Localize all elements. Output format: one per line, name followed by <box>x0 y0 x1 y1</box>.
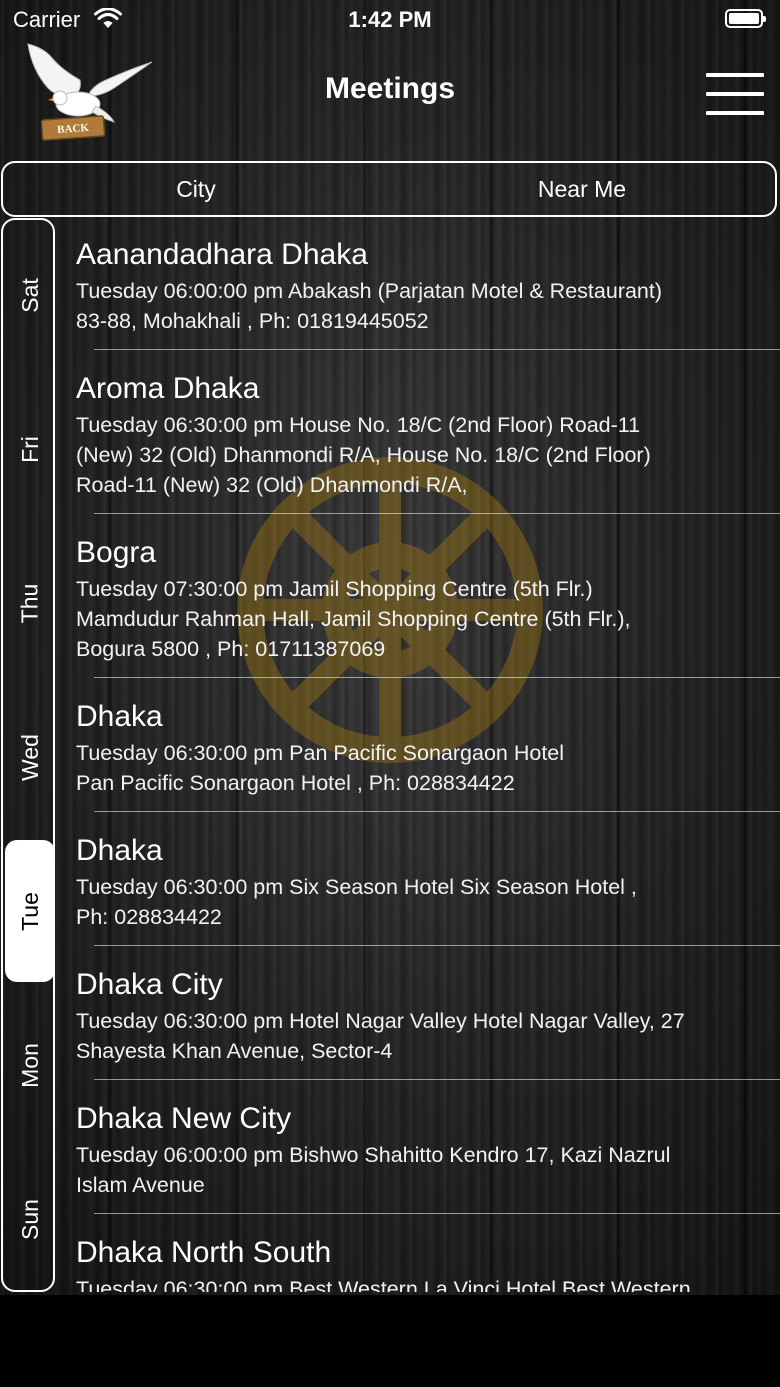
meeting-details: Tuesday 06:30:00 pm Hotel Nagar Valley H… <box>76 1009 685 1063</box>
page-title: Meetings <box>324 72 456 105</box>
meeting-details: Tuesday 06:30:00 pm Best Western La Vinc… <box>76 1277 691 1292</box>
meeting-row[interactable]: Dhaka Tuesday 06:30:00 pm Pan Pacific So… <box>58 700 780 812</box>
status-bar: Carrier 1:42 PM <box>0 0 780 40</box>
day-tab-sat[interactable]: Sat <box>5 224 55 366</box>
meeting-name: Bogra <box>76 536 157 569</box>
row-divider <box>94 811 780 812</box>
meeting-details: Tuesday 06:30:00 pm Six Season Hotel Six… <box>76 875 637 929</box>
day-label: Mon <box>16 1042 43 1088</box>
meeting-name: Dhaka North South <box>76 1236 332 1269</box>
city-nearme-segment[interactable]: City Near Me <box>1 161 777 217</box>
segment-near-me[interactable]: Near Me <box>389 163 775 215</box>
day-tab-wed[interactable]: Wed <box>5 686 55 828</box>
day-label: Sat <box>16 277 43 313</box>
day-selector: Sat Fri Thu Wed Tue Mon Sun <box>1 218 55 1292</box>
day-tab-thu[interactable]: Thu <box>5 532 55 674</box>
meeting-name: Aanandadhara Dhaka <box>76 238 368 271</box>
meeting-row[interactable]: Dhaka City Tuesday 06:30:00 pm Hotel Nag… <box>58 968 780 1080</box>
day-label: Wed <box>16 733 43 781</box>
day-tab-tue[interactable]: Tue <box>5 840 55 982</box>
row-divider <box>94 677 780 678</box>
day-tab-mon[interactable]: Mon <box>5 994 55 1136</box>
meeting-name: Dhaka <box>76 834 163 867</box>
meeting-row[interactable]: Bogra Tuesday 07:30:00 pm Jamil Shopping… <box>58 536 780 678</box>
meeting-name: Dhaka <box>76 700 163 733</box>
row-divider <box>94 1213 780 1214</box>
segment-city[interactable]: City <box>3 163 389 215</box>
meetings-list[interactable]: Aanandadhara Dhaka Tuesday 06:00:00 pm A… <box>58 222 780 1292</box>
meeting-row[interactable]: Aroma Dhaka Tuesday 06:30:00 pm House No… <box>58 372 780 514</box>
meeting-row[interactable]: Dhaka New City Tuesday 06:00:00 pm Bishw… <box>58 1102 780 1214</box>
day-label: Tue <box>16 891 43 931</box>
status-time: 1:42 PM <box>348 7 432 32</box>
day-label: Fri <box>16 435 43 463</box>
meeting-row[interactable]: Dhaka North South Tuesday 06:30:00 pm Be… <box>58 1236 780 1292</box>
day-label: Thu <box>16 583 43 623</box>
meeting-details: Tuesday 07:30:00 pm Jamil Shopping Centr… <box>76 577 631 661</box>
row-divider <box>94 513 780 514</box>
meeting-row[interactable]: Aanandadhara Dhaka Tuesday 06:00:00 pm A… <box>58 238 780 350</box>
row-divider <box>94 945 780 946</box>
row-divider <box>94 1079 780 1080</box>
day-tab-sun[interactable]: Sun <box>5 1148 55 1290</box>
back-sign: BACK <box>40 115 106 141</box>
svg-text:BACK: BACK <box>57 122 90 136</box>
day-label: Sun <box>16 1198 43 1240</box>
day-tab-fri[interactable]: Fri <box>5 378 55 520</box>
meeting-details: Tuesday 06:30:00 pm Pan Pacific Sonargao… <box>76 741 565 795</box>
hamburger-icon <box>706 73 764 77</box>
row-divider <box>94 349 780 350</box>
menu-button[interactable] <box>706 73 764 115</box>
meeting-row[interactable]: Dhaka Tuesday 06:30:00 pm Six Season Hot… <box>58 834 780 946</box>
meeting-details: Tuesday 06:30:00 pm House No. 18/C (2nd … <box>76 413 651 497</box>
meeting-details: Tuesday 06:00:00 pm Bishwo Shahitto Kend… <box>76 1143 671 1197</box>
battery-icon <box>725 9 766 28</box>
meeting-details: Tuesday 06:00:00 pm Abakash (Parjatan Mo… <box>76 279 663 333</box>
bottom-area <box>0 1295 780 1387</box>
meeting-name: Dhaka City <box>76 968 223 1001</box>
meeting-name: Aroma Dhaka <box>76 372 260 405</box>
meeting-name: Dhaka New City <box>76 1102 292 1135</box>
